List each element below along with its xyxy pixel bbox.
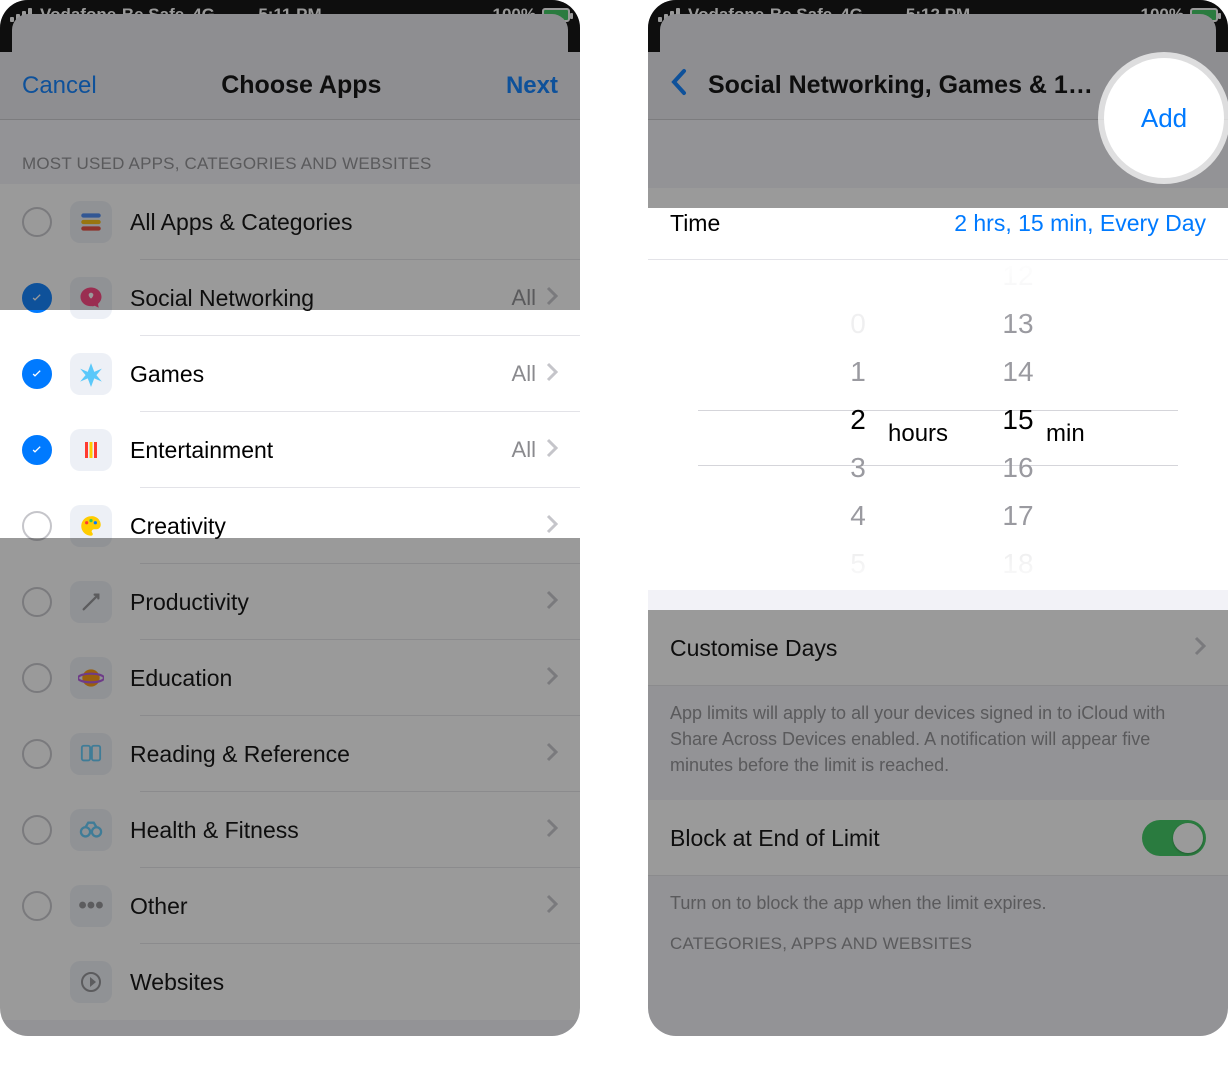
row-productivity[interactable]: Productivity [0,564,580,640]
row-label: Websites [130,969,558,996]
row-label: Entertainment [130,437,512,464]
all-apps-icon [70,201,112,243]
chevron-right-icon [546,894,558,919]
row-label: Games [130,361,512,388]
row-label: Creativity [130,513,546,540]
screenshot-time-limit: Vodafone-Be Safe 4G 5:12 PM 100% Social … [648,0,1228,1036]
checkbox-unchecked[interactable] [22,891,52,921]
row-websites[interactable]: Websites [0,944,580,1020]
nav-title: Social Networking, Games & 1… [700,71,1159,100]
checkbox-unchecked[interactable] [22,587,52,617]
row-label: Customise Days [670,635,1194,662]
footer-text: Turn on to block the app when the limit … [648,876,1228,920]
creativity-icon [70,505,112,547]
reading-icon [70,733,112,775]
block-toggle[interactable] [1142,820,1206,856]
checkbox-checked[interactable] [22,359,52,389]
row-health[interactable]: Health & Fitness [0,792,580,868]
chevron-right-icon [546,666,558,691]
checkbox-unchecked[interactable] [22,663,52,693]
row-games[interactable]: Games All [0,336,580,412]
row-customise-days[interactable]: Customise Days [648,610,1228,686]
entertainment-icon [70,429,112,471]
row-label: Reading & Reference [130,741,546,768]
mins-unit: min [1046,420,1085,448]
cancel-button[interactable]: Cancel [22,72,97,100]
social-icon [70,277,112,319]
chevron-right-icon [546,818,558,843]
add-button[interactable]: Add [1104,58,1224,178]
websites-icon [70,961,112,1003]
row-label: All Apps & Categories [130,209,558,236]
time-row[interactable]: Time 2 hrs, 15 min, Every Day [648,188,1228,260]
nav-title: Choose Apps [97,71,506,100]
row-label: Social Networking [130,285,512,312]
row-label: Block at End of Limit [670,825,1142,852]
row-creativity[interactable]: Creativity [0,488,580,564]
row-detail: All [512,285,536,311]
section-header: MOST USED APPS, CATEGORIES AND WEBSITES [0,120,580,184]
other-icon: ••• [70,885,112,927]
row-block-end-limit: Block at End of Limit [648,800,1228,876]
screenshot-choose-apps: Vodafone-Be Safe 4G 5:11 PM 100% Cancel … [0,0,580,1036]
navbar: Cancel Choose Apps Next [0,52,580,120]
chevron-right-icon [546,590,558,615]
footer-text: App limits will apply to all your device… [648,686,1228,800]
row-label: Health & Fitness [130,817,546,844]
time-picker[interactable]: 0 1 2 3 4 5 hours 12 13 14 15 16 17 18 m… [648,260,1228,590]
chevron-right-icon [546,362,558,387]
checkbox-unchecked[interactable] [22,815,52,845]
row-label: Other [130,893,546,920]
row-label: Productivity [130,589,546,616]
checkbox-unchecked[interactable] [22,207,52,237]
health-icon [70,809,112,851]
row-social[interactable]: Social Networking All [0,260,580,336]
row-reading[interactable]: Reading & Reference [0,716,580,792]
checkbox-unchecked[interactable] [22,739,52,769]
row-detail: All [512,361,536,387]
section-header: CATEGORIES, APPS AND WEBSITES [648,920,1228,964]
row-education[interactable]: Education [0,640,580,716]
education-icon [70,657,112,699]
row-label: Education [130,665,546,692]
back-button[interactable] [670,68,688,103]
picker-hours[interactable]: 0 1 2 3 4 5 hours [778,260,938,590]
checkbox-checked[interactable] [22,435,52,465]
row-entertainment[interactable]: Entertainment All [0,412,580,488]
chevron-right-icon [546,742,558,767]
chevron-right-icon [546,514,558,539]
games-icon [70,353,112,395]
productivity-icon [70,581,112,623]
checkbox-checked[interactable] [22,283,52,313]
chevron-right-icon [546,286,558,311]
checkbox-unchecked[interactable] [22,511,52,541]
row-all-apps[interactable]: All Apps & Categories [0,184,580,260]
row-other[interactable]: ••• Other [0,868,580,944]
chevron-right-icon [1194,636,1206,661]
time-value: 2 hrs, 15 min, Every Day [954,210,1206,237]
time-label: Time [670,210,720,237]
chevron-right-icon [546,438,558,463]
picker-mins[interactable]: 12 13 14 15 16 17 18 min [938,260,1098,590]
next-button[interactable]: Next [506,72,558,100]
row-detail: All [512,437,536,463]
